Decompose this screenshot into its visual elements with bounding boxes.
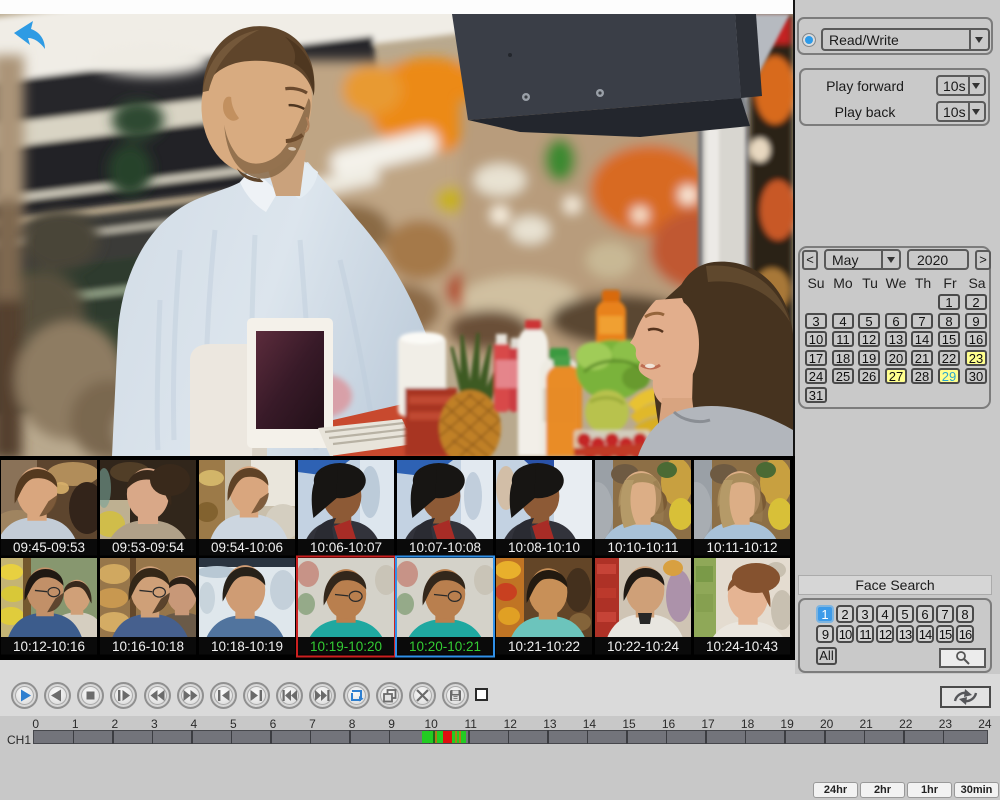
svg-text:09:53-09:54: 09:53-09:54 — [112, 540, 185, 555]
svg-text:10:12-10:16: 10:12-10:16 — [13, 639, 85, 654]
svg-text:10:06-10:07: 10:06-10:07 — [310, 540, 382, 555]
svg-text:10:16-10:18: 10:16-10:18 — [112, 639, 184, 654]
svg-text:10:18-10:19: 10:18-10:19 — [211, 639, 283, 654]
svg-text:10:10-10:11: 10:10-10:11 — [607, 540, 678, 555]
svg-text:10:24-10:43: 10:24-10:43 — [706, 639, 778, 654]
svg-text:10:07-10:08: 10:07-10:08 — [409, 540, 481, 555]
svg-text:09:54-10:06: 09:54-10:06 — [211, 540, 283, 555]
svg-text:10:19-10:20: 10:19-10:20 — [310, 639, 382, 654]
svg-text:10:20-10:21: 10:20-10:21 — [409, 639, 481, 654]
svg-text:10:08-10:10: 10:08-10:10 — [508, 540, 580, 555]
svg-text:09:45-09:53: 09:45-09:53 — [13, 540, 85, 555]
svg-text:10:21-10:22: 10:21-10:22 — [508, 639, 580, 654]
svg-text:10:11-10:12: 10:11-10:12 — [706, 540, 777, 555]
svg-text:10:22-10:24: 10:22-10:24 — [607, 639, 680, 654]
